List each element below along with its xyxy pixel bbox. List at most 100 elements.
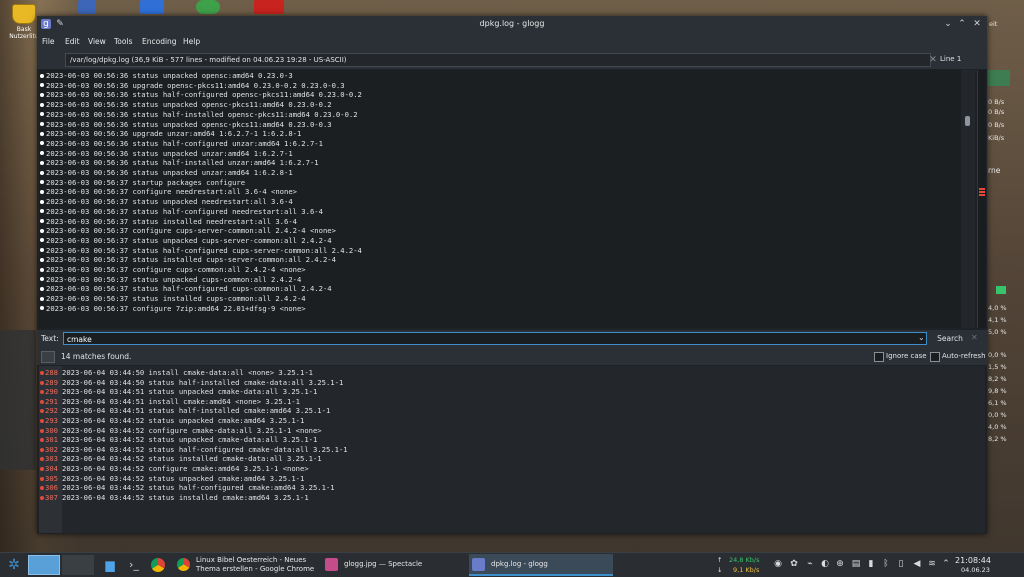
match-text: 2023-06-04 03:44:51 status half-installe…: [62, 406, 331, 416]
line-number: 303: [39, 454, 62, 464]
menu-encoding[interactable]: Encoding: [142, 37, 177, 46]
task-spectacle[interactable]: glogg.jpg — Spectacle: [322, 554, 466, 576]
log-line[interactable]: 2023-06-03 00:56:37 configure cups-serve…: [39, 226, 336, 236]
match-row[interactable]: 305 2023-06-04 03:44:52 status unpacked c…: [39, 474, 985, 484]
clock-date[interactable]: 04.06.23: [961, 566, 990, 574]
search-button[interactable]: Search: [933, 332, 967, 345]
log-line[interactable]: 2023-06-03 00:56:37 status half-configur…: [39, 246, 362, 256]
battery-icon[interactable]: ▯: [896, 559, 906, 570]
bluetooth-icon[interactable]: ᛒ: [881, 559, 891, 570]
log-line[interactable]: 2023-06-03 00:56:37 status installed cup…: [39, 294, 306, 304]
menu-edit[interactable]: Edit: [65, 37, 80, 46]
match-overview-bar[interactable]: [977, 70, 986, 328]
match-row[interactable]: 292 2023-06-04 03:44:51 status half-insta…: [39, 406, 985, 416]
auto-refresh-checkbox[interactable]: [930, 352, 940, 362]
steam-icon[interactable]: ◐: [820, 559, 830, 570]
desktop-pager-1[interactable]: [28, 555, 60, 575]
search-input[interactable]: cmake: [63, 332, 927, 345]
maximize-icon[interactable]: ⌃: [957, 19, 967, 29]
log-line[interactable]: 2023-06-03 00:56:36 status half-configur…: [39, 90, 362, 100]
scrollbar-thumb[interactable]: [965, 116, 970, 126]
log-line[interactable]: 2023-06-03 00:56:37 status half-configur…: [39, 284, 332, 294]
tray-expand-icon[interactable]: ⌃: [941, 559, 951, 570]
log-line[interactable]: 2023-06-03 00:56:37 startup packages con…: [39, 178, 245, 188]
window-titlebar[interactable]: g ✎ dpkg.log - glogg ⌄ ⌃ ✕: [37, 16, 987, 34]
menu-file[interactable]: File: [42, 37, 55, 46]
log-line[interactable]: 2023-06-03 00:56:36 status unpacked unza…: [39, 168, 293, 178]
log-line[interactable]: 2023-06-03 00:56:37 status half-configur…: [39, 207, 323, 217]
bullet-icon: [40, 92, 44, 97]
updates-icon[interactable]: ✿: [789, 559, 799, 570]
close-file-icon[interactable]: ✕: [928, 55, 938, 65]
match-row[interactable]: 302 2023-06-04 03:44:52 status half-confi…: [39, 445, 985, 455]
log-line[interactable]: 2023-06-03 00:56:36 status half-installe…: [39, 158, 319, 168]
log-line[interactable]: 2023-06-03 00:56:36 status unpacked open…: [39, 100, 332, 110]
log-line[interactable]: 2023-06-03 00:56:37 status unpacked need…: [39, 197, 293, 207]
task-label: glogg.jpg — Spectacle: [344, 560, 423, 568]
match-row[interactable]: 288 2023-06-04 03:44:50 install cmake-dat…: [39, 368, 985, 378]
clock-time[interactable]: 21:08:44: [955, 556, 991, 565]
application-launcher-icon[interactable]: ✲: [4, 555, 24, 575]
wifi-icon[interactable]: ≋: [927, 559, 937, 570]
log-line[interactable]: 2023-06-03 00:56:37 configure 7zip:amd64…: [39, 304, 306, 314]
kdeconnect-icon[interactable]: ◉: [773, 559, 783, 570]
widget-percent: 8,2 %: [988, 435, 1007, 443]
log-view[interactable]: 2023-06-03 00:56:36 status unpacked open…: [39, 70, 963, 328]
file-info-field: /var/log/dpkg.log (36,9 KiB - 577 lines …: [65, 53, 931, 67]
log-line[interactable]: 2023-06-03 00:56:36 status unpacked open…: [39, 120, 332, 130]
log-line[interactable]: 2023-06-03 00:56:37 status installed cup…: [39, 255, 336, 265]
log-line[interactable]: 2023-06-03 00:56:36 status half-installe…: [39, 110, 358, 120]
log-line[interactable]: 2023-06-03 00:56:36 upgrade unzar:amd64 …: [39, 129, 301, 139]
menu-view[interactable]: View: [88, 37, 106, 46]
log-view-scrollbar[interactable]: [961, 70, 975, 328]
log-line[interactable]: 2023-06-03 00:56:37 status unpacked cups…: [39, 275, 301, 285]
filtered-view[interactable]: 288 2023-06-04 03:44:50 install cmake-dat…: [39, 366, 985, 533]
clear-icon[interactable]: ✕: [971, 333, 978, 342]
desktop-basket-shortcut[interactable]: Bask Nutzerlitu: [8, 4, 40, 40]
volume-icon[interactable]: ◀: [912, 559, 922, 570]
vault-icon[interactable]: ⌁: [805, 559, 815, 570]
line-number: 289: [39, 378, 62, 388]
match-row[interactable]: 293 2023-06-04 03:44:52 status unpacked c…: [39, 416, 985, 426]
line-number-text: 304: [45, 464, 58, 473]
close-icon[interactable]: ✕: [972, 19, 982, 29]
menu-help[interactable]: Help: [183, 37, 200, 46]
clipboard-icon[interactable]: ▤: [851, 559, 861, 570]
desktop-pager-2[interactable]: [62, 555, 94, 575]
match-row[interactable]: 301 2023-06-04 03:44:52 status unpacked c…: [39, 435, 985, 445]
log-line[interactable]: 2023-06-03 00:56:37 status installed nee…: [39, 217, 297, 227]
ignore-case-checkbox[interactable]: [874, 352, 884, 362]
log-line[interactable]: 2023-06-03 00:56:37 configure needrestar…: [39, 187, 297, 197]
task-chrome[interactable]: Linux Bibel Oesterreich - Neues Thema er…: [174, 554, 320, 576]
log-line-text: 2023-06-03 00:56:37 configure needrestar…: [46, 187, 297, 197]
net-upload-rate: 24,8 Kb/s: [729, 556, 760, 564]
line-number-text: 290: [45, 387, 58, 397]
menu-tools[interactable]: Tools: [114, 37, 132, 46]
log-line[interactable]: 2023-06-03 00:56:36 status half-configur…: [39, 139, 323, 149]
widget-percent: 0,0 %: [988, 411, 1007, 419]
match-row[interactable]: 300 2023-06-04 03:44:52 configure cmake-d…: [39, 426, 985, 436]
match-row[interactable]: 289 2023-06-04 03:44:50 status half-insta…: [39, 378, 985, 388]
match-row[interactable]: 304 2023-06-04 03:44:52 configure cmake:a…: [39, 464, 985, 474]
task-glogg[interactable]: dpkg.log - glogg: [469, 554, 613, 576]
match-row[interactable]: 307 2023-06-04 03:44:52 status installed …: [39, 493, 985, 503]
file-manager-icon[interactable]: ▆: [100, 555, 120, 575]
log-line[interactable]: 2023-06-03 00:56:37 status unpacked cups…: [39, 236, 332, 246]
ignore-case-label: Ignore case: [886, 352, 927, 360]
match-row[interactable]: 291 2023-06-04 03:44:51 install cmake:amd…: [39, 397, 985, 407]
match-row[interactable]: 306 2023-06-04 03:44:52 status half-confi…: [39, 483, 985, 493]
log-line[interactable]: 2023-06-03 00:56:36 status unpacked open…: [39, 71, 293, 81]
log-line[interactable]: 2023-06-03 00:56:36 status unpacked unza…: [39, 149, 293, 159]
globe-icon[interactable]: ⊕: [835, 559, 845, 570]
log-line[interactable]: 2023-06-03 00:56:37 configure cups-commo…: [39, 265, 306, 275]
terminal-icon[interactable]: ›_: [124, 555, 144, 575]
filter-toggle-button[interactable]: [41, 351, 55, 363]
minimize-icon[interactable]: ⌄: [943, 19, 953, 29]
chevron-down-icon[interactable]: ⌄: [918, 333, 925, 342]
log-line[interactable]: 2023-06-03 00:56:36 upgrade opensc-pkcs1…: [39, 81, 345, 91]
chrome-launcher-icon[interactable]: [151, 555, 169, 575]
bullet-icon: [40, 160, 44, 165]
match-row[interactable]: 290 2023-06-04 03:44:51 status unpacked c…: [39, 387, 985, 397]
notification-icon[interactable]: ▮: [866, 559, 876, 570]
match-row[interactable]: 303 2023-06-04 03:44:52 status installed …: [39, 454, 985, 464]
